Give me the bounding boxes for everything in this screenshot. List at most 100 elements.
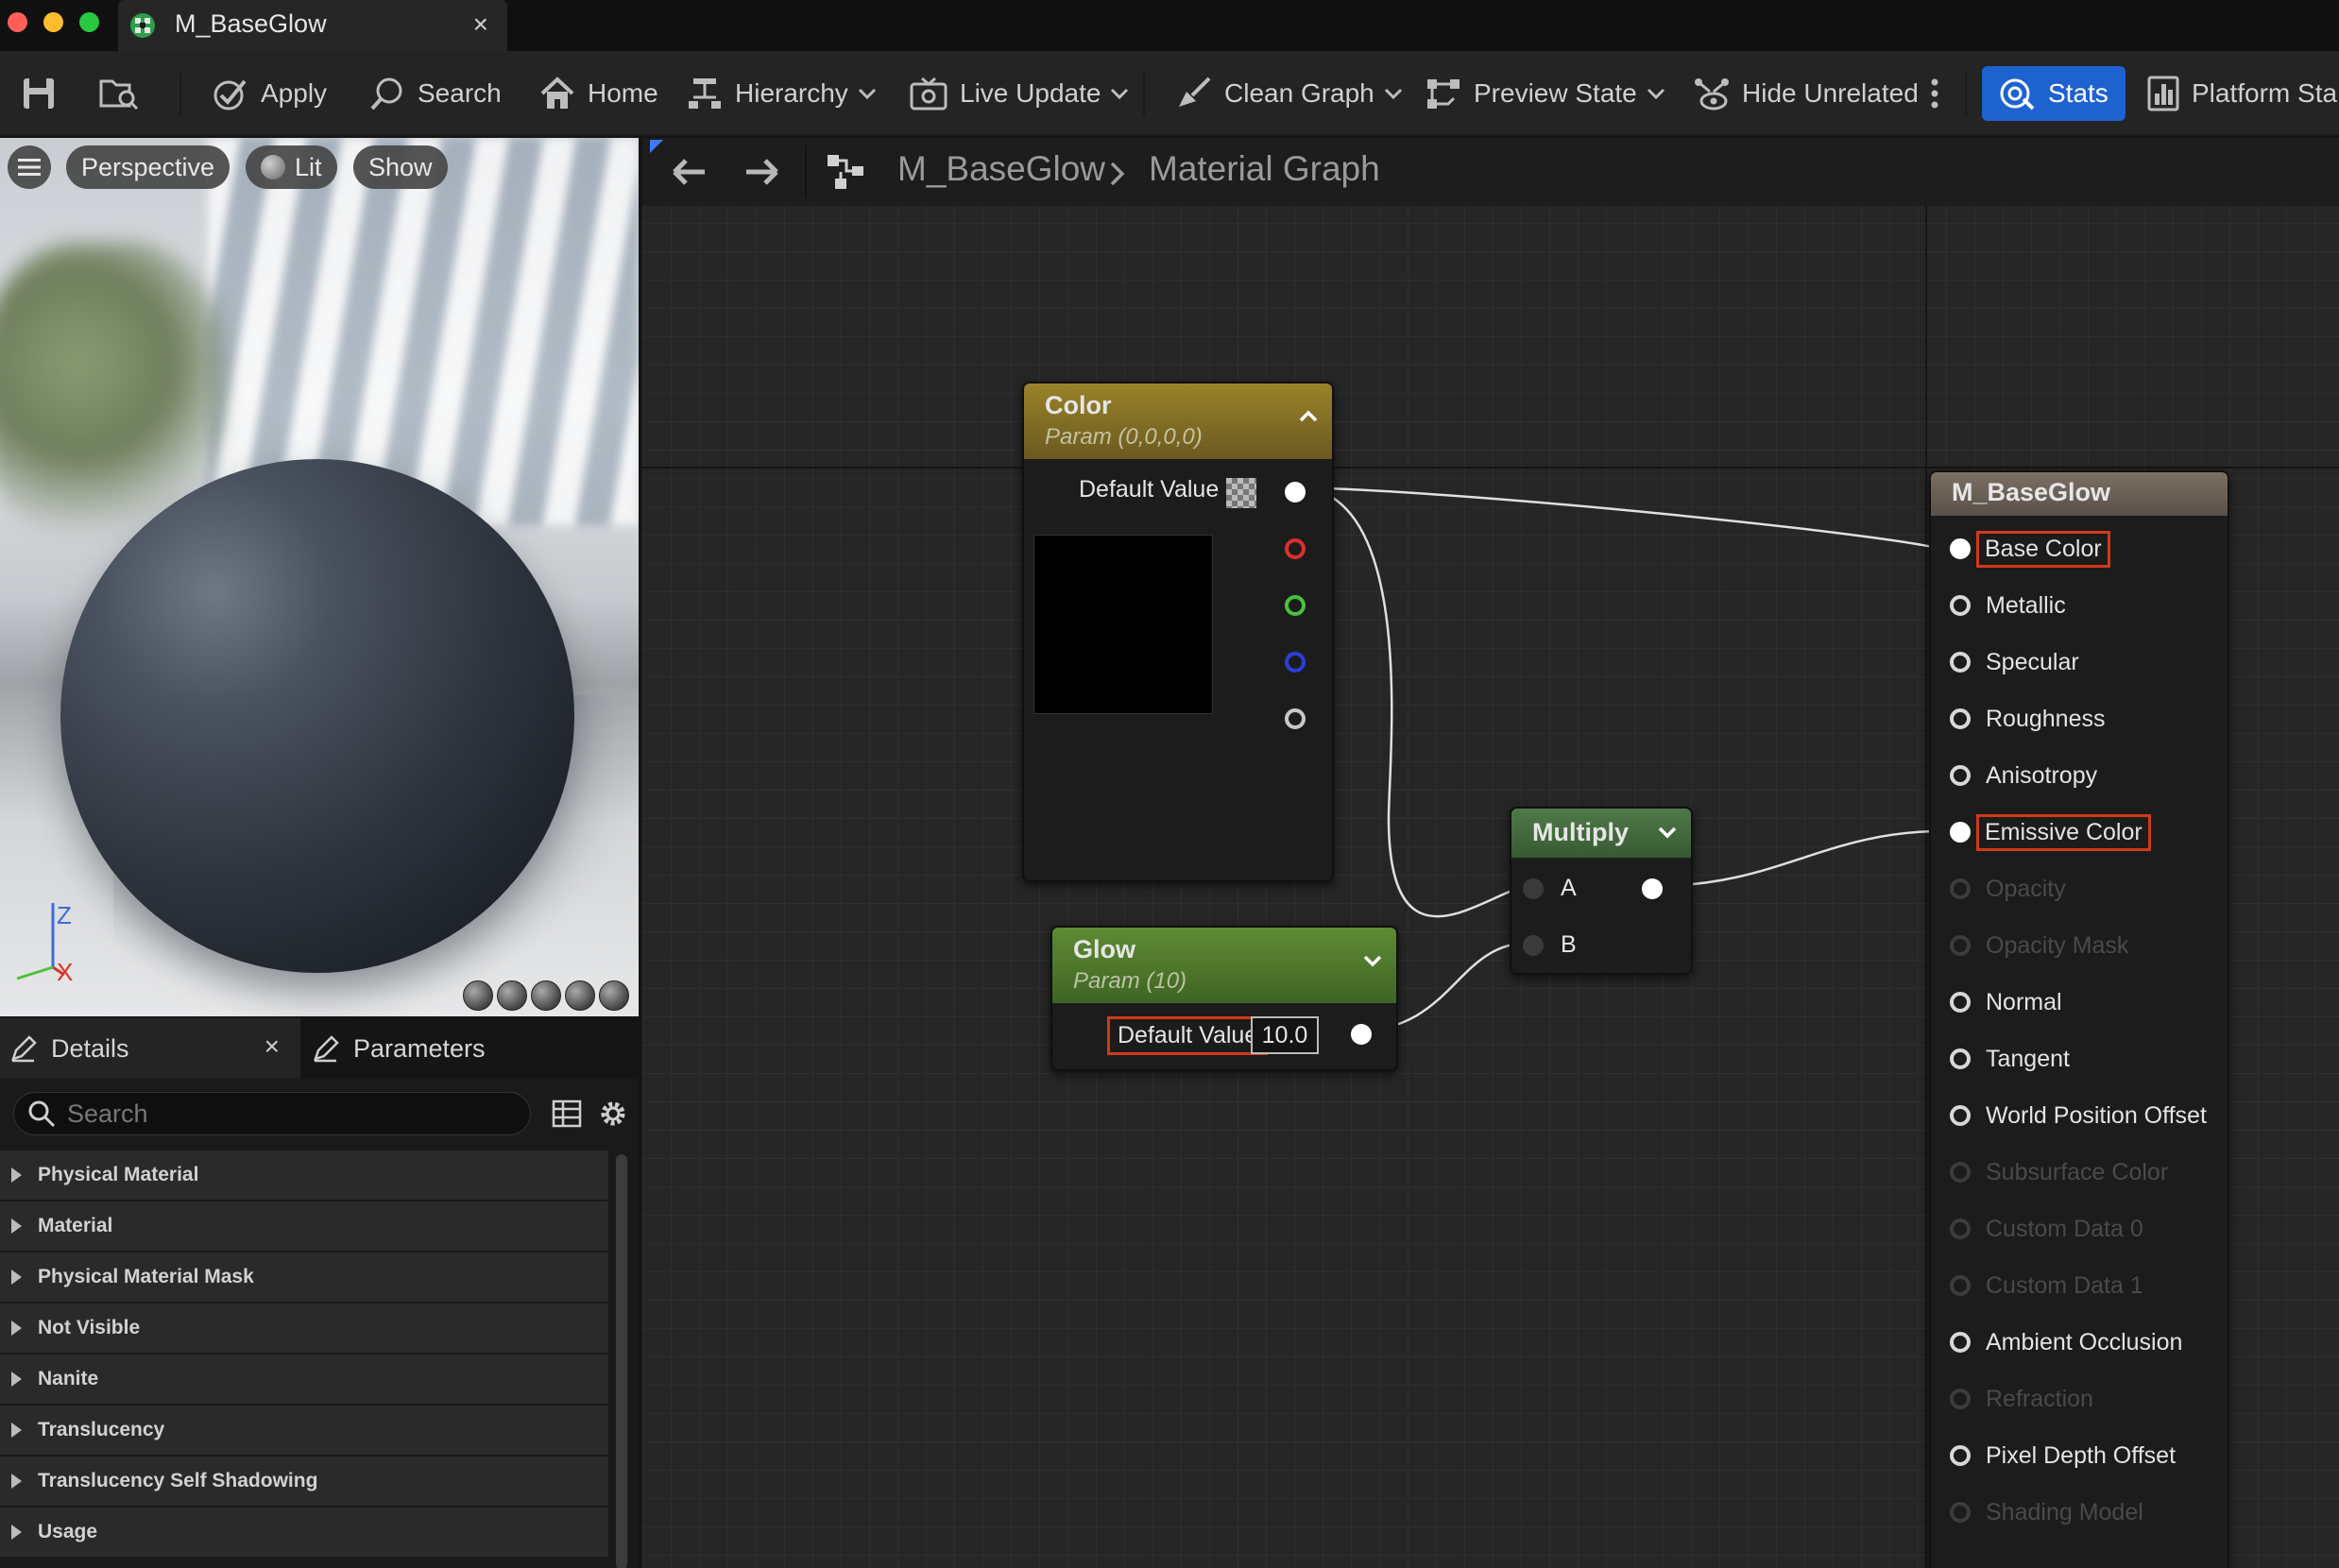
category-nanite[interactable]: Nanite bbox=[0, 1355, 608, 1404]
color-node-header[interactable]: Color Param (0,0,0,0) bbox=[1024, 383, 1332, 459]
category-translucency[interactable]: Translucency bbox=[0, 1406, 608, 1455]
preview-viewport[interactable]: Perspective Lit Show Z X bbox=[0, 138, 639, 1016]
color-output-g-pin[interactable] bbox=[1285, 595, 1306, 616]
document-tab[interactable]: M_BaseGlow × bbox=[118, 0, 507, 51]
glow-node-header[interactable]: Glow Param (10) bbox=[1052, 928, 1396, 1003]
material-result-node[interactable]: M_BaseGlow Base Color Metallic Specular Rou… bbox=[1929, 470, 2229, 1568]
result-node-header[interactable]: M_BaseGlow bbox=[1931, 472, 2228, 516]
category-translucency-self-shadowing[interactable]: Translucency Self Shadowing bbox=[0, 1457, 608, 1506]
browse-button[interactable] bbox=[98, 66, 151, 121]
close-window-button[interactable] bbox=[8, 12, 27, 32]
result-input-pin[interactable] bbox=[1950, 1445, 1971, 1466]
multiply-input-a-pin[interactable] bbox=[1523, 878, 1544, 899]
color-output-rgb-pin[interactable] bbox=[1285, 482, 1306, 503]
category-physical-material[interactable]: Physical Material bbox=[0, 1150, 608, 1200]
title-bar: M_BaseGlow × bbox=[0, 0, 2339, 51]
category-not-visible[interactable]: Not Visible bbox=[0, 1304, 608, 1353]
sphere-mesh-icon[interactable] bbox=[497, 980, 527, 1011]
color-output-a-pin[interactable] bbox=[1285, 708, 1306, 729]
result-input-anisotropy[interactable]: Anisotropy bbox=[1950, 758, 2097, 793]
table-view-icon[interactable] bbox=[552, 1099, 582, 1128]
result-input-normal[interactable]: Normal bbox=[1950, 984, 2062, 1020]
tab-details[interactable]: Details × bbox=[0, 1018, 300, 1079]
preview-sphere[interactable] bbox=[60, 459, 574, 973]
result-input-ambient-occlusion[interactable]: Ambient Occlusion bbox=[1950, 1324, 2182, 1360]
color-output-b-pin[interactable] bbox=[1285, 652, 1306, 673]
result-input-pin[interactable] bbox=[1950, 1048, 1971, 1069]
back-arrow-icon[interactable] bbox=[671, 155, 709, 189]
material-graph[interactable]: M_BaseGlow Material Graph Color Param (0… bbox=[642, 138, 2339, 1568]
color-default-value-label: Default Value bbox=[1079, 476, 1220, 503]
plane-mesh-icon[interactable] bbox=[531, 980, 561, 1011]
close-details-icon[interactable]: × bbox=[265, 1031, 280, 1062]
multiply-output-pin[interactable] bbox=[1642, 878, 1663, 899]
result-input-pin[interactable] bbox=[1950, 765, 1971, 786]
result-input-roughness[interactable]: Roughness bbox=[1950, 701, 2105, 737]
result-input-pixel-depth-offset[interactable]: Pixel Depth Offset bbox=[1950, 1438, 2176, 1474]
details-search-input[interactable] bbox=[67, 1099, 521, 1129]
glow-param-node[interactable]: Glow Param (10) Default Value 10.0 bbox=[1050, 926, 1398, 1071]
cube-mesh-icon[interactable] bbox=[565, 980, 595, 1011]
close-tab-icon[interactable]: × bbox=[473, 9, 488, 40]
result-input-pin[interactable] bbox=[1950, 992, 1971, 1013]
show-button[interactable]: Show bbox=[353, 145, 448, 189]
viewport-menu-button[interactable] bbox=[8, 145, 51, 189]
hide-unrelated-button[interactable]: Hide Unrelated bbox=[1693, 66, 1919, 121]
details-scrollbar[interactable] bbox=[616, 1154, 627, 1568]
color-swatch-checker[interactable] bbox=[1226, 478, 1256, 508]
glow-output-pin[interactable] bbox=[1351, 1024, 1372, 1045]
category-material[interactable]: Material bbox=[0, 1202, 608, 1251]
minimize-window-button[interactable] bbox=[43, 12, 63, 32]
tab-parameters[interactable]: Parameters bbox=[312, 1018, 486, 1079]
save-button[interactable] bbox=[21, 66, 68, 121]
category-physical-material-mask[interactable]: Physical Material Mask bbox=[0, 1253, 608, 1302]
multiply-node[interactable]: Multiply A B bbox=[1510, 807, 1693, 975]
preview-state-icon bbox=[1427, 79, 1460, 109]
result-input-pin[interactable] bbox=[1950, 708, 1971, 729]
category-usage[interactable]: Usage bbox=[0, 1508, 608, 1557]
preview-state-dropdown[interactable]: Preview State bbox=[1425, 66, 1665, 121]
live-update-dropdown[interactable]: Live Update bbox=[909, 66, 1129, 121]
glow-default-value-input[interactable]: 10.0 bbox=[1251, 1016, 1319, 1054]
multiply-input-b-pin[interactable] bbox=[1523, 935, 1544, 956]
maximize-window-button[interactable] bbox=[79, 12, 99, 32]
apply-button[interactable]: Apply bbox=[212, 66, 327, 121]
result-input-emissive-color[interactable]: Emissive Color bbox=[1950, 813, 2151, 851]
home-button[interactable]: Home bbox=[538, 66, 658, 121]
stats-button[interactable]: Stats bbox=[1982, 66, 2126, 121]
breadcrumb-graph[interactable]: Material Graph bbox=[1149, 149, 1380, 189]
result-input-base-color[interactable]: Base Color bbox=[1950, 530, 2110, 568]
result-input-pin[interactable] bbox=[1950, 822, 1971, 843]
clean-graph-dropdown[interactable]: Clean Graph bbox=[1175, 66, 1403, 121]
expand-chevron-icon[interactable] bbox=[1657, 826, 1678, 839]
result-input-pin[interactable] bbox=[1950, 652, 1971, 673]
result-input-pin[interactable] bbox=[1950, 1105, 1971, 1126]
color-output-r-pin[interactable] bbox=[1285, 538, 1306, 559]
more-options-button[interactable] bbox=[1929, 66, 1952, 121]
result-input-specular[interactable]: Specular bbox=[1950, 644, 2079, 680]
graph-axis-line bbox=[1925, 138, 1927, 1568]
forward-arrow-icon[interactable] bbox=[743, 155, 780, 189]
search-button[interactable]: Search bbox=[368, 66, 502, 121]
expand-chevron-icon[interactable] bbox=[1362, 954, 1383, 967]
result-input-pin[interactable] bbox=[1950, 595, 1971, 616]
gear-icon[interactable] bbox=[597, 1098, 629, 1130]
result-input-tangent[interactable]: Tangent bbox=[1950, 1041, 2070, 1077]
result-input-metallic[interactable]: Metallic bbox=[1950, 588, 2066, 623]
lit-button[interactable]: Lit bbox=[246, 145, 337, 189]
breadcrumb-material[interactable]: M_BaseGlow bbox=[897, 149, 1105, 189]
collapse-chevron-icon[interactable] bbox=[1298, 410, 1319, 423]
perspective-button[interactable]: Perspective bbox=[66, 145, 230, 189]
result-input-pin[interactable] bbox=[1950, 538, 1971, 559]
cylinder-mesh-icon[interactable] bbox=[463, 980, 493, 1011]
chevron-down-icon bbox=[1647, 88, 1665, 100]
multiply-node-header[interactable]: Multiply bbox=[1511, 809, 1691, 858]
wire-multiply-to-emissive bbox=[1654, 829, 1938, 888]
result-input-pin[interactable] bbox=[1950, 1332, 1971, 1353]
platform-stats-button[interactable]: Platform Sta bbox=[2146, 66, 2337, 121]
color-param-node[interactable]: Color Param (0,0,0,0) Default Value bbox=[1022, 382, 1334, 882]
graph-icon bbox=[828, 155, 863, 189]
teapot-mesh-icon[interactable] bbox=[599, 980, 629, 1011]
result-input-world-position-offset[interactable]: World Position Offset bbox=[1950, 1098, 2207, 1133]
hierarchy-dropdown[interactable]: Hierarchy bbox=[686, 66, 877, 121]
